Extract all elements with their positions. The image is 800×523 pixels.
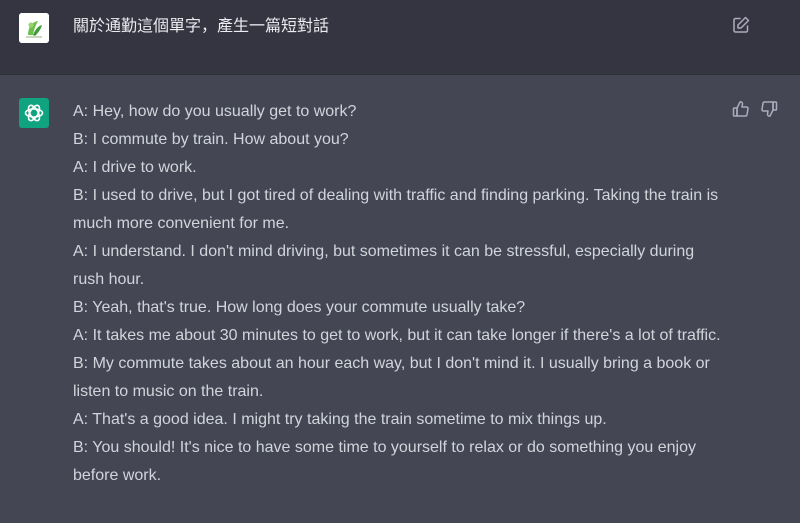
assistant-avatar — [19, 98, 49, 128]
dialogue-line: B: Yeah, that's true. How long does your… — [73, 299, 526, 316]
dialogue-line: B: You should! It's nice to have some ti… — [73, 439, 696, 484]
user-message-text: 關於通勤這個單字，產生一篇短對話 — [73, 16, 330, 35]
dialogue-line: B: My commute takes about an hour each w… — [73, 355, 710, 400]
user-message-row: 關於通勤這個單字，產生一篇短對話 — [0, 0, 800, 75]
user-avatar — [19, 13, 49, 43]
thumbs-up-icon — [732, 101, 749, 117]
dialogue-line: A: I understand. I don't mind driving, b… — [73, 243, 695, 288]
dialogue-line: B: I commute by train. How about you? — [73, 131, 349, 148]
assistant-message-text: A: Hey, how do you usually get to work? … — [73, 98, 728, 490]
thumbs-down-button[interactable] — [759, 99, 779, 119]
user-avatar-image — [19, 13, 49, 43]
openai-logo-icon — [24, 104, 44, 122]
dialogue-line: A: That's a good idea. I might try takin… — [73, 411, 607, 428]
thumbs-down-icon — [761, 101, 778, 117]
assistant-message-row: A: Hey, how do you usually get to work? … — [0, 75, 800, 523]
edit-button[interactable] — [731, 15, 751, 35]
thumbs-up-button[interactable] — [731, 99, 751, 119]
dialogue-line: A: It takes me about 30 minutes to get t… — [73, 327, 721, 344]
dialogue-line: A: Hey, how do you usually get to work? — [73, 103, 357, 120]
dialogue-line: A: I drive to work. — [73, 159, 197, 176]
edit-icon — [733, 16, 750, 33]
dialogue-line: B: I used to drive, but I got tired of d… — [73, 187, 719, 232]
